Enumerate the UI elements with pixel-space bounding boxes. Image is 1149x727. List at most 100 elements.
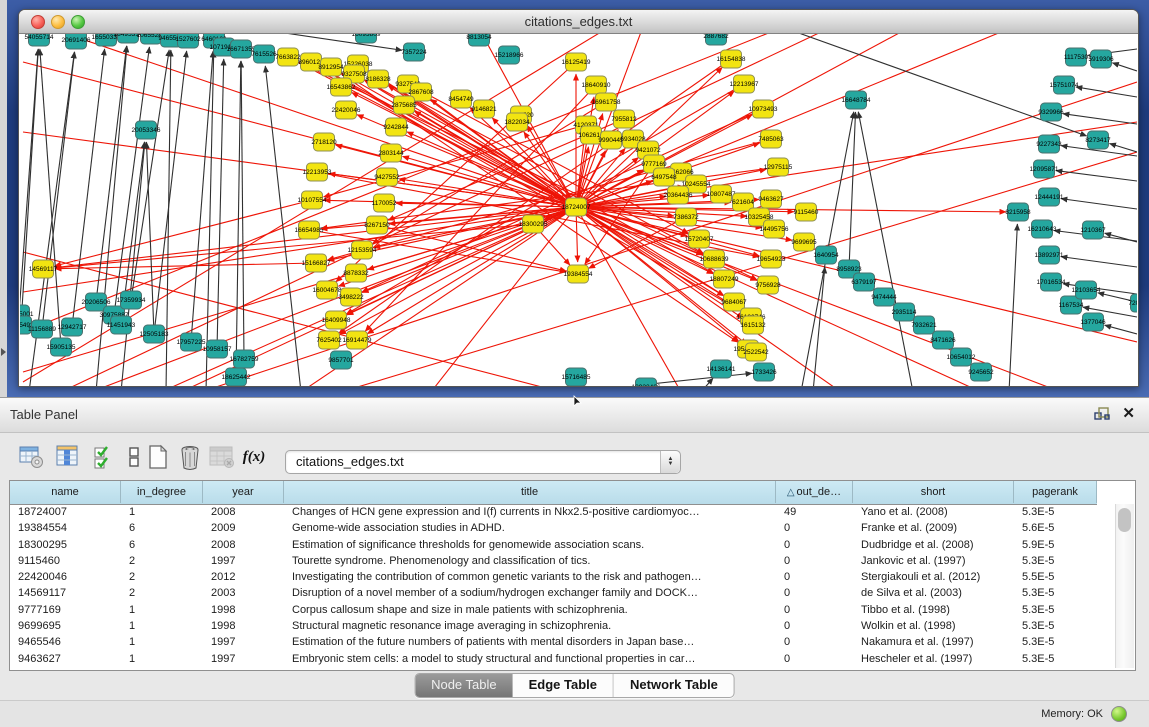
- graph-edge[interactable]: [1061, 199, 1137, 209]
- trash-icon[interactable]: [176, 443, 204, 471]
- graph-node-label: 7932621: [911, 322, 937, 329]
- graph-edge[interactable]: [217, 59, 224, 349]
- graph-node-label: 14569117: [29, 266, 58, 273]
- cell-indegree: 6: [121, 537, 203, 553]
- column-header-outde[interactable]: △out_de…: [776, 481, 853, 503]
- table-row[interactable]: 1830029562008Estimation of significance …: [10, 537, 1097, 553]
- table-row[interactable]: 1938455462009Genome-wide association stu…: [10, 520, 1097, 536]
- column-header-name[interactable]: name: [10, 481, 121, 503]
- graph-node-label: 8813054: [466, 34, 492, 41]
- table-row[interactable]: 1872400712008Changes of HCN gene express…: [10, 504, 1097, 520]
- graph-node-label: 1527602: [175, 36, 201, 43]
- graph-edge[interactable]: [72, 49, 105, 327]
- graph-node-label: 17359934: [117, 297, 146, 304]
- cell-outde: 0: [776, 537, 853, 553]
- graph-node-label: 16004678: [313, 287, 342, 294]
- graph-node-label: 11451943: [107, 322, 136, 329]
- column-header-title[interactable]: title: [284, 481, 776, 503]
- graph-node-label: 8958923: [836, 266, 862, 273]
- cell-pagerank: 5.3E-5: [1014, 651, 1097, 667]
- table-settings-icon[interactable]: [18, 443, 46, 471]
- graph-node-label: 54055714: [25, 34, 54, 41]
- graph-edge[interactable]: [576, 34, 1001, 207]
- table-row[interactable]: 969969511998Structural magnetic resonanc…: [10, 618, 1097, 634]
- close-panel-icon[interactable]: ✕: [1122, 405, 1135, 423]
- network-graph-canvas[interactable]: 5405571420691406165503361849531410655287…: [20, 34, 1137, 386]
- column-select-icon[interactable]: [54, 443, 82, 471]
- graph-edge[interactable]: [121, 142, 145, 386]
- graph-node-label: 5919306: [1088, 56, 1114, 63]
- graph-edge[interactable]: [1105, 325, 1137, 334]
- table-select-combobox[interactable]: citations_edges.txt ▲▼: [285, 450, 681, 474]
- table-row[interactable]: 1456911722003Disruption of a novel membe…: [10, 585, 1097, 601]
- graph-edge[interactable]: [21, 49, 38, 325]
- graph-edge[interactable]: [206, 51, 214, 386]
- memory-status-icon[interactable]: [1111, 706, 1127, 722]
- cell-title: Investigating the contribution of common…: [284, 569, 776, 585]
- function-icon[interactable]: f(x): [240, 443, 268, 471]
- cell-year: 2012: [203, 569, 284, 585]
- graph-node-label: 10107554: [298, 197, 327, 204]
- vertical-scrollbar[interactable]: [1115, 504, 1134, 668]
- cell-title: Embryonic stem cells: a model to study s…: [284, 651, 776, 667]
- graph-edge[interactable]: [42, 52, 75, 329]
- graph-edge[interactable]: [701, 378, 713, 386]
- table-row[interactable]: 911546021997Tourette syndrome. Phenomeno…: [10, 553, 1097, 569]
- graph-node-label: 7615526: [251, 51, 277, 58]
- table-row[interactable]: 946554611997Estimation of the future num…: [10, 634, 1097, 650]
- graph-node-label: 9463627: [758, 196, 784, 203]
- window-titlebar[interactable]: citations_edges.txt: [19, 10, 1138, 34]
- table-panel-header[interactable]: Table Panel ✕: [0, 397, 1149, 433]
- graph-node-label: 16125419: [562, 59, 591, 66]
- graph-edge[interactable]: [96, 46, 127, 386]
- tab-edge-table[interactable]: Edge Table: [513, 674, 613, 697]
- graph-edge[interactable]: [576, 207, 681, 386]
- graph-edge[interactable]: [858, 112, 913, 386]
- graph-node-label: 15716485: [562, 374, 591, 381]
- cell-name: 18724007: [10, 504, 121, 520]
- scrollbar-thumb[interactable]: [1118, 508, 1131, 532]
- graph-node-label: 2875685: [391, 102, 417, 109]
- float-window-icon[interactable]: [1094, 407, 1110, 421]
- table-row[interactable]: 2242004622012Investigating the contribut…: [10, 569, 1097, 585]
- table-row[interactable]: 977716911998Corpus callosum shape and si…: [10, 602, 1097, 618]
- graph-edge[interactable]: [1076, 87, 1137, 97]
- graph-edge[interactable]: [1056, 171, 1137, 181]
- graph-node-label: 9421072: [635, 147, 661, 154]
- graph-node-label: 15905135: [47, 344, 76, 351]
- collapsed-side-panel[interactable]: [0, 0, 7, 397]
- table-row[interactable]: 946362711997Embryonic stem cells: a mode…: [10, 651, 1097, 667]
- graph-edge[interactable]: [1109, 144, 1137, 152]
- column-header-pagerank[interactable]: pagerank: [1014, 481, 1097, 503]
- graph-node-label: 10688639: [700, 256, 729, 263]
- graph-node-label: 2522542: [743, 349, 769, 356]
- graph-node-label: 12505183: [140, 331, 169, 338]
- cell-name: 9699695: [10, 618, 121, 634]
- tab-network-table[interactable]: Network Table: [613, 674, 734, 697]
- column-header-indegree[interactable]: in_degree: [121, 481, 203, 503]
- cell-pagerank: 5.3E-5: [1014, 553, 1097, 569]
- new-document-icon[interactable]: [144, 443, 172, 471]
- graph-node-label: 15751074: [1050, 82, 1079, 89]
- column-header-short[interactable]: short: [853, 481, 1014, 503]
- column-header-year[interactable]: year: [203, 481, 284, 503]
- cell-short: Yano et al. (2008): [853, 504, 1014, 520]
- cell-short: Wolkin et al. (1998): [853, 618, 1014, 634]
- combobox-stepper-icon[interactable]: ▲▼: [660, 451, 680, 473]
- graph-node-label: 9474444: [871, 294, 897, 301]
- graph-edge[interactable]: [131, 50, 169, 300]
- graph-edge[interactable]: [1061, 257, 1137, 267]
- graph-edge[interactable]: [849, 112, 856, 269]
- cell-indegree: 6: [121, 520, 203, 536]
- cell-indegree: 2: [121, 553, 203, 569]
- graph-edge[interactable]: [1063, 114, 1137, 124]
- tab-node-table[interactable]: Node Table: [415, 674, 513, 697]
- graph-node-label: 12923466: [632, 384, 661, 386]
- checklist-icon[interactable]: [90, 443, 118, 471]
- graph-edge[interactable]: [1112, 63, 1137, 71]
- cell-title: Changes of HCN gene expression and I(f) …: [284, 504, 776, 520]
- graph-edge[interactable]: [1009, 224, 1017, 386]
- graph-edge[interactable]: [241, 61, 244, 359]
- graph-node-label: 10807487: [707, 191, 736, 198]
- graph-edge[interactable]: [813, 267, 825, 386]
